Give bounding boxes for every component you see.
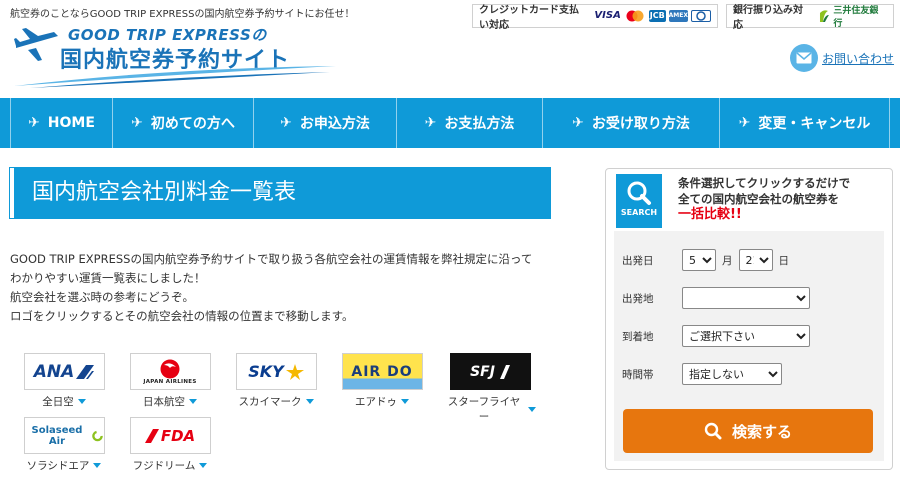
site-tagline: 航空券のことならGOOD TRIP EXPRESSの国内航空券予約サイトにお任せ… bbox=[10, 9, 355, 20]
search-button[interactable]: 検索する bbox=[623, 409, 873, 453]
mail-icon bbox=[790, 44, 818, 72]
search-badge: SEARCH bbox=[616, 174, 662, 228]
nav-label: 変更・キャンセル bbox=[758, 116, 871, 132]
chevron-down-icon bbox=[528, 406, 536, 412]
page-title: 国内航空会社別料金一覧表 bbox=[9, 167, 551, 219]
intro-line: ロゴをクリックするとその航空会社の情報の位置まで移動します。 bbox=[10, 309, 354, 323]
airline-jal[interactable]: JAPAN AIRLINES 日本航空 bbox=[126, 353, 214, 409]
nav-label: お申込方法 bbox=[299, 116, 370, 132]
departure-date-label: 出発日 bbox=[622, 254, 654, 267]
amex-logo: AMEX bbox=[668, 10, 688, 22]
airplane-icon: ✈ bbox=[572, 115, 584, 131]
chevron-down-icon bbox=[93, 463, 102, 468]
airplane-icon: ✈ bbox=[131, 115, 143, 131]
contact-link[interactable]: お問い合わせ bbox=[790, 44, 894, 72]
credit-card-payment-box: クレジットカード支払い対応 VISA JCB AMEX bbox=[472, 4, 718, 31]
airline-caption: ソラシドエア bbox=[26, 460, 90, 472]
chevron-down-icon bbox=[199, 463, 208, 468]
time-label: 時間帯 bbox=[622, 368, 654, 381]
time-select[interactable]: 指定しない bbox=[682, 363, 782, 385]
starflyer-logo: SFJ bbox=[449, 353, 531, 390]
airline-fda[interactable]: FDA フジドリーム bbox=[126, 417, 214, 473]
nav-home[interactable]: ✈ HOME bbox=[10, 98, 112, 148]
jal-logo: JAPAN AIRLINES bbox=[129, 353, 211, 390]
search-icon bbox=[704, 422, 722, 440]
jcb-logo: JCB bbox=[648, 10, 666, 22]
nav-label: お支払方法 bbox=[444, 116, 515, 132]
airline-starflyer[interactable]: SFJ スターフライヤー bbox=[444, 353, 536, 424]
destination-row: 到着地 ご選択下さい bbox=[622, 325, 810, 347]
bank-transfer-label: 銀行振り込み対応 bbox=[733, 5, 803, 31]
nav-first-time[interactable]: ✈ 初めての方へ bbox=[112, 98, 253, 148]
month-unit: 月 bbox=[722, 254, 733, 267]
airplane-icon: ✈ bbox=[424, 115, 437, 131]
ana-logo: ANA bbox=[23, 353, 105, 390]
site-logo[interactable]: GOOD TRIP EXPRESSの 国内航空券予約サイト bbox=[10, 20, 340, 90]
time-row: 時間帯 指定しない bbox=[622, 363, 782, 385]
airplane-icon: ✈ bbox=[28, 115, 40, 131]
contact-label: お問い合わせ bbox=[822, 51, 895, 66]
search-badge-label: SEARCH bbox=[620, 208, 658, 217]
search-headline: 条件選択してクリックするだけで 全ての国内航空会社の航空券を 一括比較!! bbox=[678, 176, 851, 222]
origin-row: 出発地 bbox=[622, 287, 810, 309]
intro-line: 航空会社を選ぶ時の参考にどうぞ。 bbox=[10, 290, 194, 304]
airplane-icon: ✈ bbox=[738, 115, 751, 131]
search-panel: SEARCH 条件選択してクリックするだけで 全ての国内航空会社の航空券を 一括… bbox=[605, 168, 893, 470]
search-button-label: 検索する bbox=[731, 423, 792, 441]
intro-text: GOOD TRIP EXPRESSの国内航空券予約サイトで取り扱う各航空会社の運… bbox=[10, 250, 555, 326]
airline-ana[interactable]: ANA 全日空 bbox=[20, 353, 108, 409]
nav-label: HOME bbox=[47, 115, 95, 131]
logo-swoosh bbox=[14, 66, 336, 88]
airline-caption: フジドリーム bbox=[132, 460, 196, 472]
card-payment-label: クレジットカード支払い対応 bbox=[479, 5, 579, 31]
chevron-down-icon bbox=[77, 399, 86, 404]
month-select[interactable]: 5 bbox=[682, 249, 716, 271]
mastercard-logo bbox=[623, 10, 646, 22]
diners-logo bbox=[691, 10, 711, 22]
chevron-down-icon bbox=[189, 399, 197, 404]
airline-caption: エアドゥ bbox=[355, 396, 397, 408]
day-select[interactable]: 21 bbox=[738, 249, 773, 271]
skymark-logo: SKY bbox=[235, 353, 317, 390]
chevron-down-icon bbox=[305, 399, 314, 404]
airline-skymark[interactable]: SKY スカイマーク bbox=[232, 353, 320, 409]
bank-transfer-box: 銀行振り込み対応 三井住友銀行 bbox=[726, 3, 894, 31]
day-unit: 日 bbox=[778, 254, 790, 267]
bank-name: 三井住友銀行 bbox=[833, 6, 879, 29]
airplane-icon: ✈ bbox=[280, 115, 292, 131]
nav-change-cancel[interactable]: ✈ 変更・キャンセル bbox=[719, 98, 890, 148]
airline-caption: スターフライヤー bbox=[447, 396, 521, 423]
nav-label: お受け取り方法 bbox=[591, 116, 690, 132]
chevron-down-icon bbox=[401, 399, 409, 404]
main-nav: ✈ HOME ✈ 初めての方へ ✈ お申込方法 ✈ お支払方法 ✈ お受け取り方法 ✈ 変更… bbox=[0, 98, 900, 148]
airline-airdo[interactable]: AIR DO エアドゥ bbox=[338, 353, 426, 409]
bank-logo: 三井住友銀行 bbox=[818, 3, 887, 29]
airline-caption: スカイマーク bbox=[238, 396, 302, 408]
destination-label: 到着地 bbox=[622, 330, 654, 343]
airdo-logo: AIR DO bbox=[341, 353, 423, 390]
fda-logo: FDA bbox=[129, 417, 211, 454]
visa-logo: VISA bbox=[594, 10, 621, 22]
origin-label: 出発地 bbox=[622, 292, 654, 305]
nav-label: 初めての方へ bbox=[150, 116, 235, 132]
intro-line: GOOD TRIP EXPRESSの国内航空券予約サイトで取り扱う各航空会社の運… bbox=[10, 252, 533, 266]
destination-select[interactable]: ご選択下さい bbox=[682, 325, 810, 347]
departure-date-row: 出発日 5 月 21 日 bbox=[622, 249, 795, 271]
bank-leaf-icon bbox=[820, 10, 830, 22]
airplane-icon bbox=[14, 28, 58, 61]
nav-how-to-apply[interactable]: ✈ お申込方法 bbox=[253, 98, 396, 148]
intro-line: わかりやすい運賃一覧表にしました！ bbox=[10, 271, 206, 285]
nav-receiving[interactable]: ✈ お受け取り方法 bbox=[542, 98, 719, 148]
airline-caption: 全日空 bbox=[42, 396, 74, 408]
solaseed-logo: Solaseed Air bbox=[23, 417, 105, 454]
airline-caption: 日本航空 bbox=[143, 396, 185, 408]
airline-solaseed[interactable]: Solaseed Air ソラシドエア bbox=[20, 417, 108, 473]
origin-select[interactable] bbox=[682, 287, 810, 309]
nav-payment[interactable]: ✈ お支払方法 bbox=[396, 98, 542, 148]
search-icon bbox=[627, 181, 651, 205]
